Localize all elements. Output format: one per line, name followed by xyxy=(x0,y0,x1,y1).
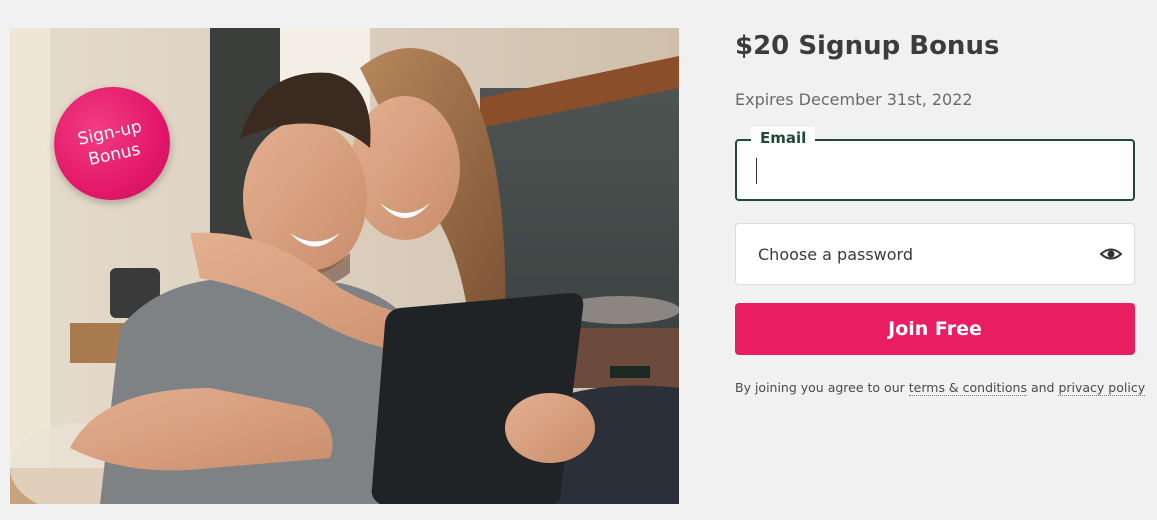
offer-expiry: Expires December 31st, 2022 xyxy=(735,90,973,109)
text-caret xyxy=(756,158,757,184)
email-field[interactable]: Email xyxy=(735,127,1135,201)
email-input[interactable] xyxy=(737,141,1133,199)
join-free-button[interactable]: Join Free xyxy=(735,303,1135,355)
terms-conjunction: and xyxy=(1030,380,1055,395)
terms-notice: By joining you agree to our terms & cond… xyxy=(735,380,1146,396)
badge-text: Sign-up Bonus xyxy=(75,116,144,170)
signup-page: Sign-up Bonus $20 Signup Bonus Expires D… xyxy=(0,0,1157,520)
offer-title: $20 Signup Bonus xyxy=(735,31,1000,61)
eye-icon[interactable] xyxy=(1099,244,1123,264)
password-field[interactable] xyxy=(735,223,1135,285)
terms-conditions-link[interactable]: terms & conditions xyxy=(908,380,1027,396)
password-input[interactable] xyxy=(736,224,1134,284)
privacy-policy-link[interactable]: privacy policy xyxy=(1058,380,1146,396)
terms-prefix: By joining you agree to our xyxy=(735,380,905,395)
hero-photo: Sign-up Bonus xyxy=(10,28,679,504)
